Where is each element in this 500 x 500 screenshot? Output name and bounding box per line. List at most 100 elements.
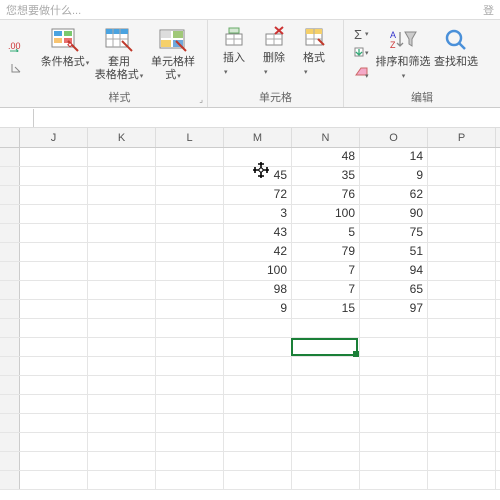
- cell[interactable]: [292, 338, 360, 356]
- cell[interactable]: [88, 224, 156, 242]
- cell[interactable]: [156, 300, 224, 318]
- formula-bar[interactable]: [0, 108, 500, 128]
- cell[interactable]: [88, 186, 156, 204]
- cell[interactable]: [20, 300, 88, 318]
- cell[interactable]: [224, 319, 292, 337]
- cell[interactable]: [360, 471, 428, 489]
- conditional-formatting-button[interactable]: 条件格式▾: [38, 24, 92, 72]
- cell[interactable]: 48: [292, 148, 360, 166]
- cell[interactable]: [88, 471, 156, 489]
- cell[interactable]: 7: [292, 281, 360, 299]
- cell[interactable]: [156, 357, 224, 375]
- cell[interactable]: [292, 376, 360, 394]
- dialog-launcher-icon[interactable]: ⌟: [199, 95, 203, 104]
- cell[interactable]: [88, 205, 156, 223]
- autosum-button[interactable]: Σ▾: [353, 26, 371, 42]
- cell[interactable]: [88, 148, 156, 166]
- cell[interactable]: [88, 338, 156, 356]
- cell[interactable]: [156, 262, 224, 280]
- cell[interactable]: [292, 471, 360, 489]
- format-as-table-button[interactable]: 套用 表格格式▾: [92, 24, 146, 85]
- cell[interactable]: [88, 243, 156, 261]
- row-header[interactable]: [0, 376, 20, 394]
- row-header[interactable]: [0, 414, 20, 432]
- cell[interactable]: [20, 319, 88, 337]
- cell[interactable]: 65: [360, 281, 428, 299]
- cell[interactable]: [224, 376, 292, 394]
- cell[interactable]: [88, 357, 156, 375]
- cell[interactable]: [156, 395, 224, 413]
- row-header[interactable]: [0, 471, 20, 489]
- cell[interactable]: 72: [224, 186, 292, 204]
- cell[interactable]: [156, 281, 224, 299]
- cell[interactable]: [428, 281, 496, 299]
- select-all-corner[interactable]: [0, 128, 20, 147]
- cell[interactable]: [428, 262, 496, 280]
- col-header-o[interactable]: O: [360, 128, 428, 147]
- cell[interactable]: [88, 300, 156, 318]
- cell[interactable]: [292, 319, 360, 337]
- cell[interactable]: [428, 224, 496, 242]
- cell[interactable]: 98: [224, 281, 292, 299]
- cell[interactable]: [156, 205, 224, 223]
- cell[interactable]: [20, 186, 88, 204]
- cell[interactable]: [224, 433, 292, 451]
- cell[interactable]: [428, 452, 496, 470]
- cell[interactable]: [428, 338, 496, 356]
- cell[interactable]: [20, 433, 88, 451]
- cell[interactable]: [428, 319, 496, 337]
- cell[interactable]: [156, 224, 224, 242]
- cell[interactable]: [88, 376, 156, 394]
- row-header[interactable]: [0, 338, 20, 356]
- cell[interactable]: [156, 338, 224, 356]
- row-header[interactable]: [0, 433, 20, 451]
- cell[interactable]: 97: [360, 300, 428, 318]
- row-header[interactable]: [0, 300, 20, 318]
- cell[interactable]: 75: [360, 224, 428, 242]
- cell[interactable]: [88, 395, 156, 413]
- row-header[interactable]: [0, 262, 20, 280]
- cell[interactable]: [88, 452, 156, 470]
- cell[interactable]: 43: [224, 224, 292, 242]
- cell[interactable]: [224, 395, 292, 413]
- col-header-k[interactable]: K: [88, 128, 156, 147]
- name-box[interactable]: [0, 109, 34, 127]
- cell[interactable]: [224, 452, 292, 470]
- cell[interactable]: 51: [360, 243, 428, 261]
- cell[interactable]: 9: [224, 300, 292, 318]
- cell[interactable]: [428, 395, 496, 413]
- cell[interactable]: 15: [292, 300, 360, 318]
- cell[interactable]: [20, 205, 88, 223]
- find-select-button[interactable]: 查找和选: [432, 24, 480, 71]
- insert-button[interactable]: 插入▾: [214, 24, 254, 79]
- cell[interactable]: [156, 186, 224, 204]
- cell[interactable]: [428, 243, 496, 261]
- cell[interactable]: [428, 148, 496, 166]
- cell[interactable]: 62: [360, 186, 428, 204]
- col-header-j[interactable]: J: [20, 128, 88, 147]
- cell[interactable]: [428, 186, 496, 204]
- cell[interactable]: [20, 243, 88, 261]
- row-header[interactable]: [0, 395, 20, 413]
- cell[interactable]: [224, 414, 292, 432]
- tell-me-search[interactable]: 您想要做什么... 登: [0, 0, 500, 20]
- col-header-l[interactable]: L: [156, 128, 224, 147]
- cell[interactable]: [428, 433, 496, 451]
- dialog-launcher-icon[interactable]: [7, 60, 25, 76]
- clear-button[interactable]: ▾: [353, 64, 371, 80]
- cell[interactable]: 9: [360, 167, 428, 185]
- cell[interactable]: 100: [224, 262, 292, 280]
- cell[interactable]: [20, 452, 88, 470]
- cell[interactable]: [428, 300, 496, 318]
- cell[interactable]: [20, 395, 88, 413]
- cell[interactable]: [428, 471, 496, 489]
- cell[interactable]: 35: [292, 167, 360, 185]
- cell[interactable]: [20, 357, 88, 375]
- cell[interactable]: [20, 471, 88, 489]
- cell[interactable]: [360, 433, 428, 451]
- cell[interactable]: 100: [292, 205, 360, 223]
- cell[interactable]: [292, 357, 360, 375]
- row-header[interactable]: [0, 357, 20, 375]
- cell[interactable]: 42: [224, 243, 292, 261]
- cell[interactable]: [292, 414, 360, 432]
